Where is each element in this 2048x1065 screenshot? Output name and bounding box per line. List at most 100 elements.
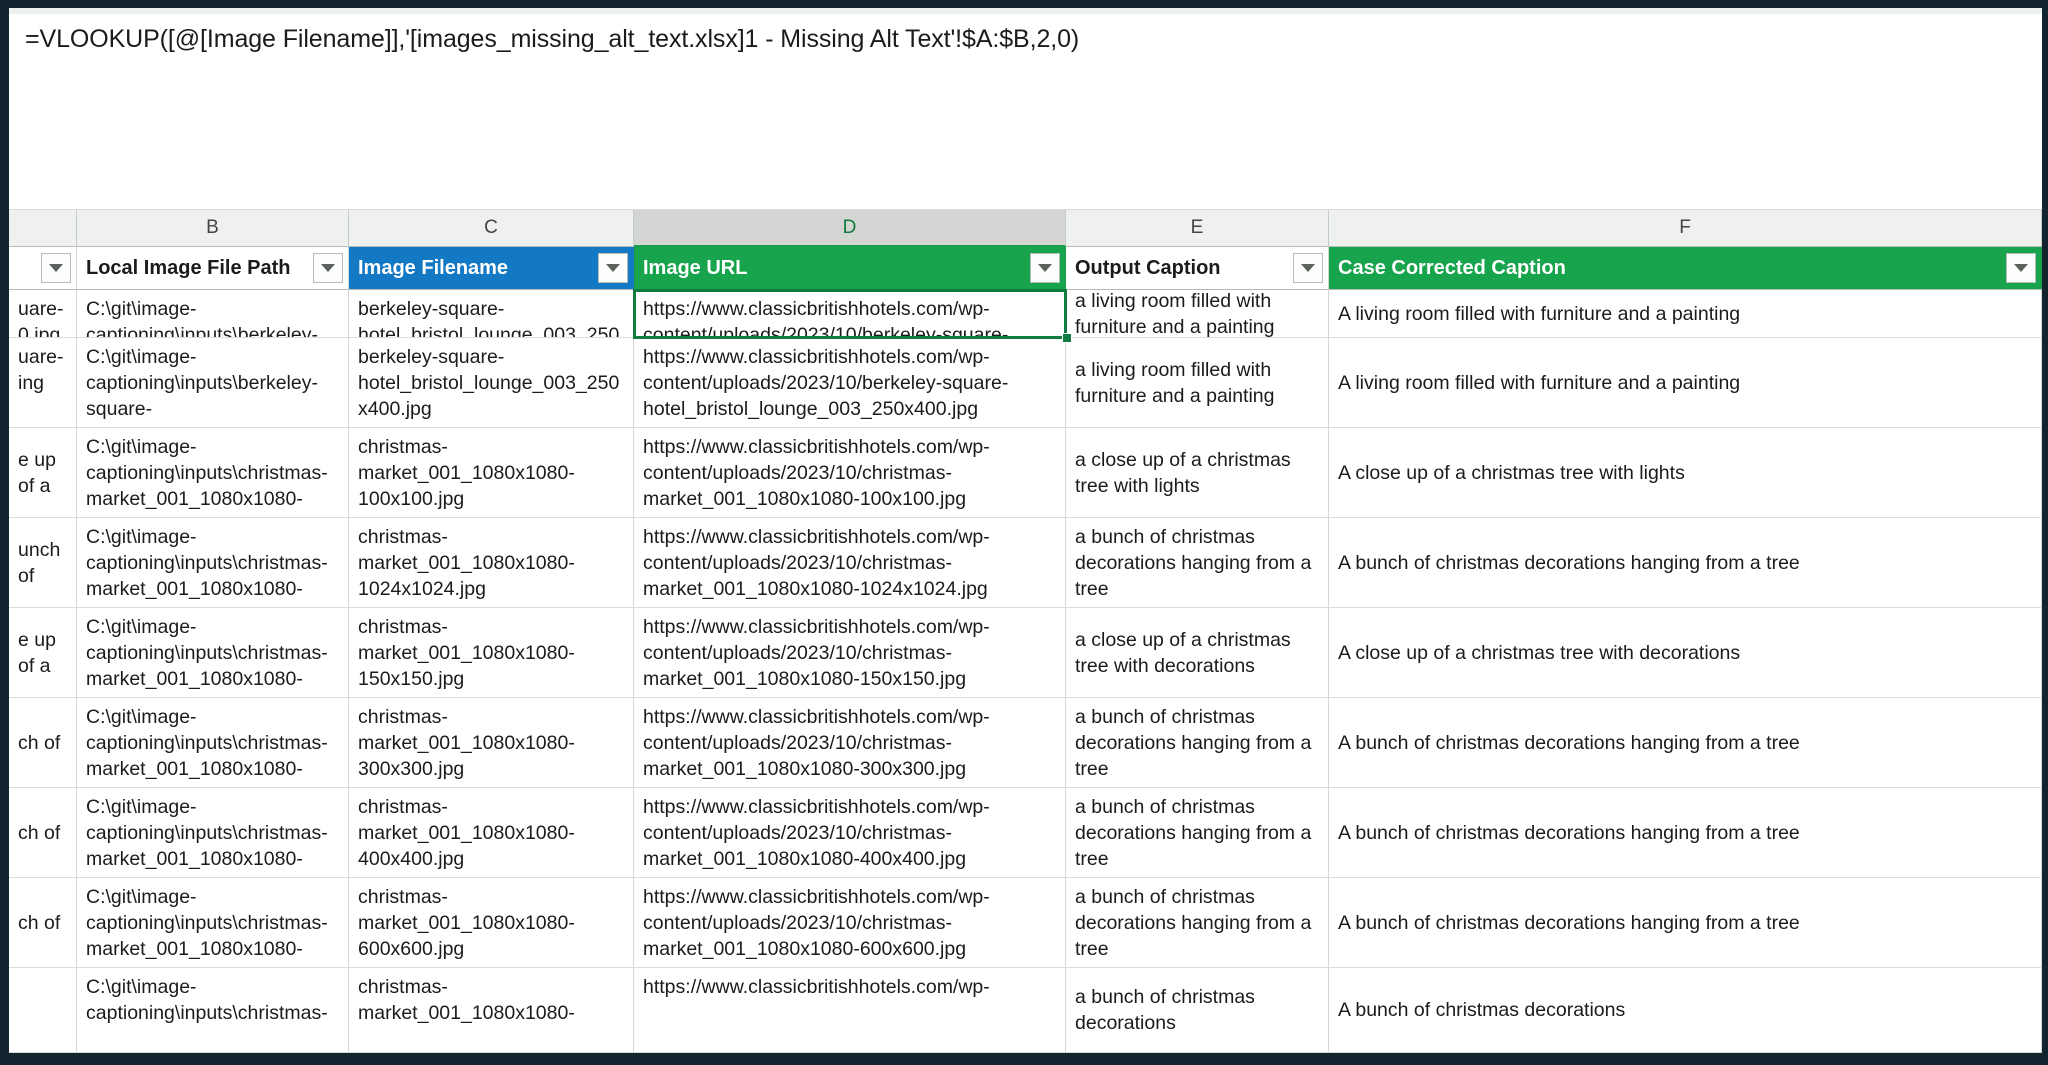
cell-E7[interactable]: a bunch of christmas decorations hanging… xyxy=(1066,698,1329,788)
cell-A8[interactable]: ch of xyxy=(9,788,77,878)
cell-B9[interactable]: C:\git\image-captioning\inputs\christmas… xyxy=(77,878,349,968)
cell-A4[interactable]: e up of a xyxy=(9,428,77,518)
selected-column-edge-1 xyxy=(1065,247,1066,290)
cell-text: e up of a xyxy=(18,628,56,677)
filter-dropdown-a[interactable] xyxy=(41,253,71,283)
chevron-down-icon xyxy=(321,264,335,272)
cell-E2[interactable]: a living room filled with furniture and … xyxy=(1066,290,1329,338)
cell-D5[interactable]: https://www.classicbritishhotels.com/wp-… xyxy=(634,518,1066,608)
cell-B4[interactable]: C:\git\image-captioning\inputs\christmas… xyxy=(77,428,349,518)
column-header-e[interactable]: E xyxy=(1066,210,1329,247)
cell-C7[interactable]: christmas-market_001_1080x1080-300x300.j… xyxy=(349,698,634,788)
selected-column-edge-0 xyxy=(634,247,635,290)
cell-F9[interactable]: A bunch of christmas decorations hanging… xyxy=(1329,878,2042,968)
cell-E6[interactable]: a close up of a christmas tree with deco… xyxy=(1066,608,1329,698)
cell-A2[interactable]: uare-0.jpg, ang xyxy=(9,290,77,338)
cell-E8[interactable]: a bunch of christmas decorations hanging… xyxy=(1066,788,1329,878)
column-header-f[interactable]: F xyxy=(1329,210,2042,247)
cell-F7[interactable]: A bunch of christmas decorations hanging… xyxy=(1329,698,2042,788)
table-header-label: Local Image File Path xyxy=(86,256,291,279)
cell-C8[interactable]: christmas-market_001_1080x1080-400x400.j… xyxy=(349,788,634,878)
cell-C2[interactable]: berkeley-square-hotel_bristol_lounge_003… xyxy=(349,290,634,338)
cell-C10[interactable]: christmas-market_001_1080x1080- xyxy=(349,968,634,1053)
cell-D8[interactable]: https://www.classicbritishhotels.com/wp-… xyxy=(634,788,1066,878)
cell-B5[interactable]: C:\git\image-captioning\inputs\christmas… xyxy=(77,518,349,608)
column-header-b[interactable]: B xyxy=(77,210,349,247)
cell-C3[interactable]: berkeley-square-hotel_bristol_lounge_003… xyxy=(349,338,634,428)
cell-B8[interactable]: C:\git\image-captioning\inputs\christmas… xyxy=(77,788,349,878)
cell-A5[interactable]: unch of xyxy=(9,518,77,608)
cell-text: C:\git\image-captioning\inputs\christmas… xyxy=(86,886,328,967)
spreadsheet-grid[interactable]: Local Image File Path Image Filename Image… xyxy=(9,247,2042,1053)
cell-text: A bunch of christmas decorations hanging… xyxy=(1338,551,1800,574)
cell-text: https://www.classicbritishhotels.com/wp-… xyxy=(643,706,990,780)
cell-text: christmas-market_001_1080x1080-1024x1024… xyxy=(358,526,575,600)
cell-text: a bunch of christmas decorations hanging… xyxy=(1075,705,1312,780)
cell-E5[interactable]: a bunch of christmas decorations hanging… xyxy=(1066,518,1329,608)
column-header-d[interactable]: D xyxy=(634,210,1066,247)
cell-C6[interactable]: christmas-market_001_1080x1080-150x150.j… xyxy=(349,608,634,698)
cell-A6[interactable]: e up of a xyxy=(9,608,77,698)
cell-D3[interactable]: https://www.classicbritishhotels.com/wp-… xyxy=(634,338,1066,428)
cell-D10[interactable]: https://www.classicbritishhotels.com/wp- xyxy=(634,968,1066,1053)
cell-text: e up of a xyxy=(18,448,56,497)
filter-dropdown-c[interactable] xyxy=(598,253,628,283)
cell-A10[interactable] xyxy=(9,968,77,1053)
cell-F8[interactable]: A bunch of christmas decorations hanging… xyxy=(1329,788,2042,878)
column-header-c[interactable]: C xyxy=(349,210,634,247)
cell-D2[interactable]: https://www.classicbritishhotels.com/wp-… xyxy=(634,290,1066,338)
cell-text: ch of xyxy=(18,911,61,934)
cell-text: a close up of a christmas tree with deco… xyxy=(1075,628,1291,677)
cell-text: A bunch of christmas decorations hanging… xyxy=(1338,821,1800,844)
cell-D4[interactable]: https://www.classicbritishhotels.com/wp-… xyxy=(634,428,1066,518)
cell-text: christmas-market_001_1080x1080- xyxy=(358,976,575,1024)
cell-text: https://www.classicbritishhotels.com/wp-… xyxy=(643,526,990,600)
cell-A3[interactable]: uare-ing xyxy=(9,338,77,428)
cell-A9[interactable]: ch of xyxy=(9,878,77,968)
cell-text: A living room filled with furniture and … xyxy=(1338,302,1741,325)
cell-text: A bunch of christmas decorations hanging… xyxy=(1338,911,1800,934)
table-header-d: Image URL xyxy=(634,247,1066,290)
chevron-down-icon xyxy=(2014,264,2028,272)
formula-bar-region[interactable]: =VLOOKUP([@[Image Filename]],'[images_mi… xyxy=(9,8,2042,210)
cell-text: https://www.classicbritishhotels.com/wp-… xyxy=(643,436,990,510)
cell-C5[interactable]: christmas-market_001_1080x1080-1024x1024… xyxy=(349,518,634,608)
filter-dropdown-e[interactable] xyxy=(1293,253,1323,283)
window-frame-left xyxy=(0,0,9,1065)
cell-F6[interactable]: A close up of a christmas tree with deco… xyxy=(1329,608,2042,698)
cell-E10[interactable]: a bunch of christmas decorations xyxy=(1066,968,1329,1053)
cell-E4[interactable]: a close up of a christmas tree with ligh… xyxy=(1066,428,1329,518)
cell-E9[interactable]: a bunch of christmas decorations hanging… xyxy=(1066,878,1329,968)
filter-dropdown-b[interactable] xyxy=(313,253,343,283)
cell-text: a bunch of christmas decorations hanging… xyxy=(1075,525,1312,600)
cell-F3[interactable]: A living room filled with furniture and … xyxy=(1329,338,2042,428)
excel-window: =VLOOKUP([@[Image Filename]],'[images_mi… xyxy=(0,0,2048,1065)
cell-D9[interactable]: https://www.classicbritishhotels.com/wp-… xyxy=(634,878,1066,968)
cell-B3[interactable]: C:\git\image-captioning\inputs\berkeley-… xyxy=(77,338,349,428)
cell-text: https://www.classicbritishhotels.com/wp-… xyxy=(643,346,1009,420)
cell-text: berkeley-square-hotel_bristol_lounge_003… xyxy=(358,298,620,338)
cell-text: christmas-market_001_1080x1080-400x400.j… xyxy=(358,796,575,870)
cell-F10[interactable]: A bunch of christmas decorations xyxy=(1329,968,2042,1053)
cell-B7[interactable]: C:\git\image-captioning\inputs\christmas… xyxy=(77,698,349,788)
cell-F4[interactable]: A close up of a christmas tree with ligh… xyxy=(1329,428,2042,518)
filter-dropdown-f[interactable] xyxy=(2006,253,2036,283)
cell-A7[interactable]: ch of xyxy=(9,698,77,788)
cell-F5[interactable]: A bunch of christmas decorations hanging… xyxy=(1329,518,2042,608)
cell-C9[interactable]: christmas-market_001_1080x1080-600x600.j… xyxy=(349,878,634,968)
cell-text: a close up of a christmas tree with ligh… xyxy=(1075,448,1291,497)
cell-D7[interactable]: https://www.classicbritishhotels.com/wp-… xyxy=(634,698,1066,788)
cell-B2[interactable]: C:\git\image-captioning\inputs\berkeley-… xyxy=(77,290,349,338)
cell-text: christmas-market_001_1080x1080-600x600.j… xyxy=(358,886,575,960)
cell-B10[interactable]: C:\git\image-captioning\inputs\christmas… xyxy=(77,968,349,1053)
cell-text xyxy=(9,968,76,1052)
formula-bar-input[interactable]: =VLOOKUP([@[Image Filename]],'[images_mi… xyxy=(25,25,1079,54)
cell-E3[interactable]: a living room filled with furniture and … xyxy=(1066,338,1329,428)
fill-handle[interactable] xyxy=(1062,333,1072,343)
cell-F2[interactable]: A living room filled with furniture and … xyxy=(1329,290,2042,338)
column-header-stub[interactable] xyxy=(9,210,77,247)
filter-dropdown-d[interactable] xyxy=(1030,253,1060,283)
cell-B6[interactable]: C:\git\image-captioning\inputs\christmas… xyxy=(77,608,349,698)
cell-C4[interactable]: christmas-market_001_1080x1080-100x100.j… xyxy=(349,428,634,518)
cell-D6[interactable]: https://www.classicbritishhotels.com/wp-… xyxy=(634,608,1066,698)
